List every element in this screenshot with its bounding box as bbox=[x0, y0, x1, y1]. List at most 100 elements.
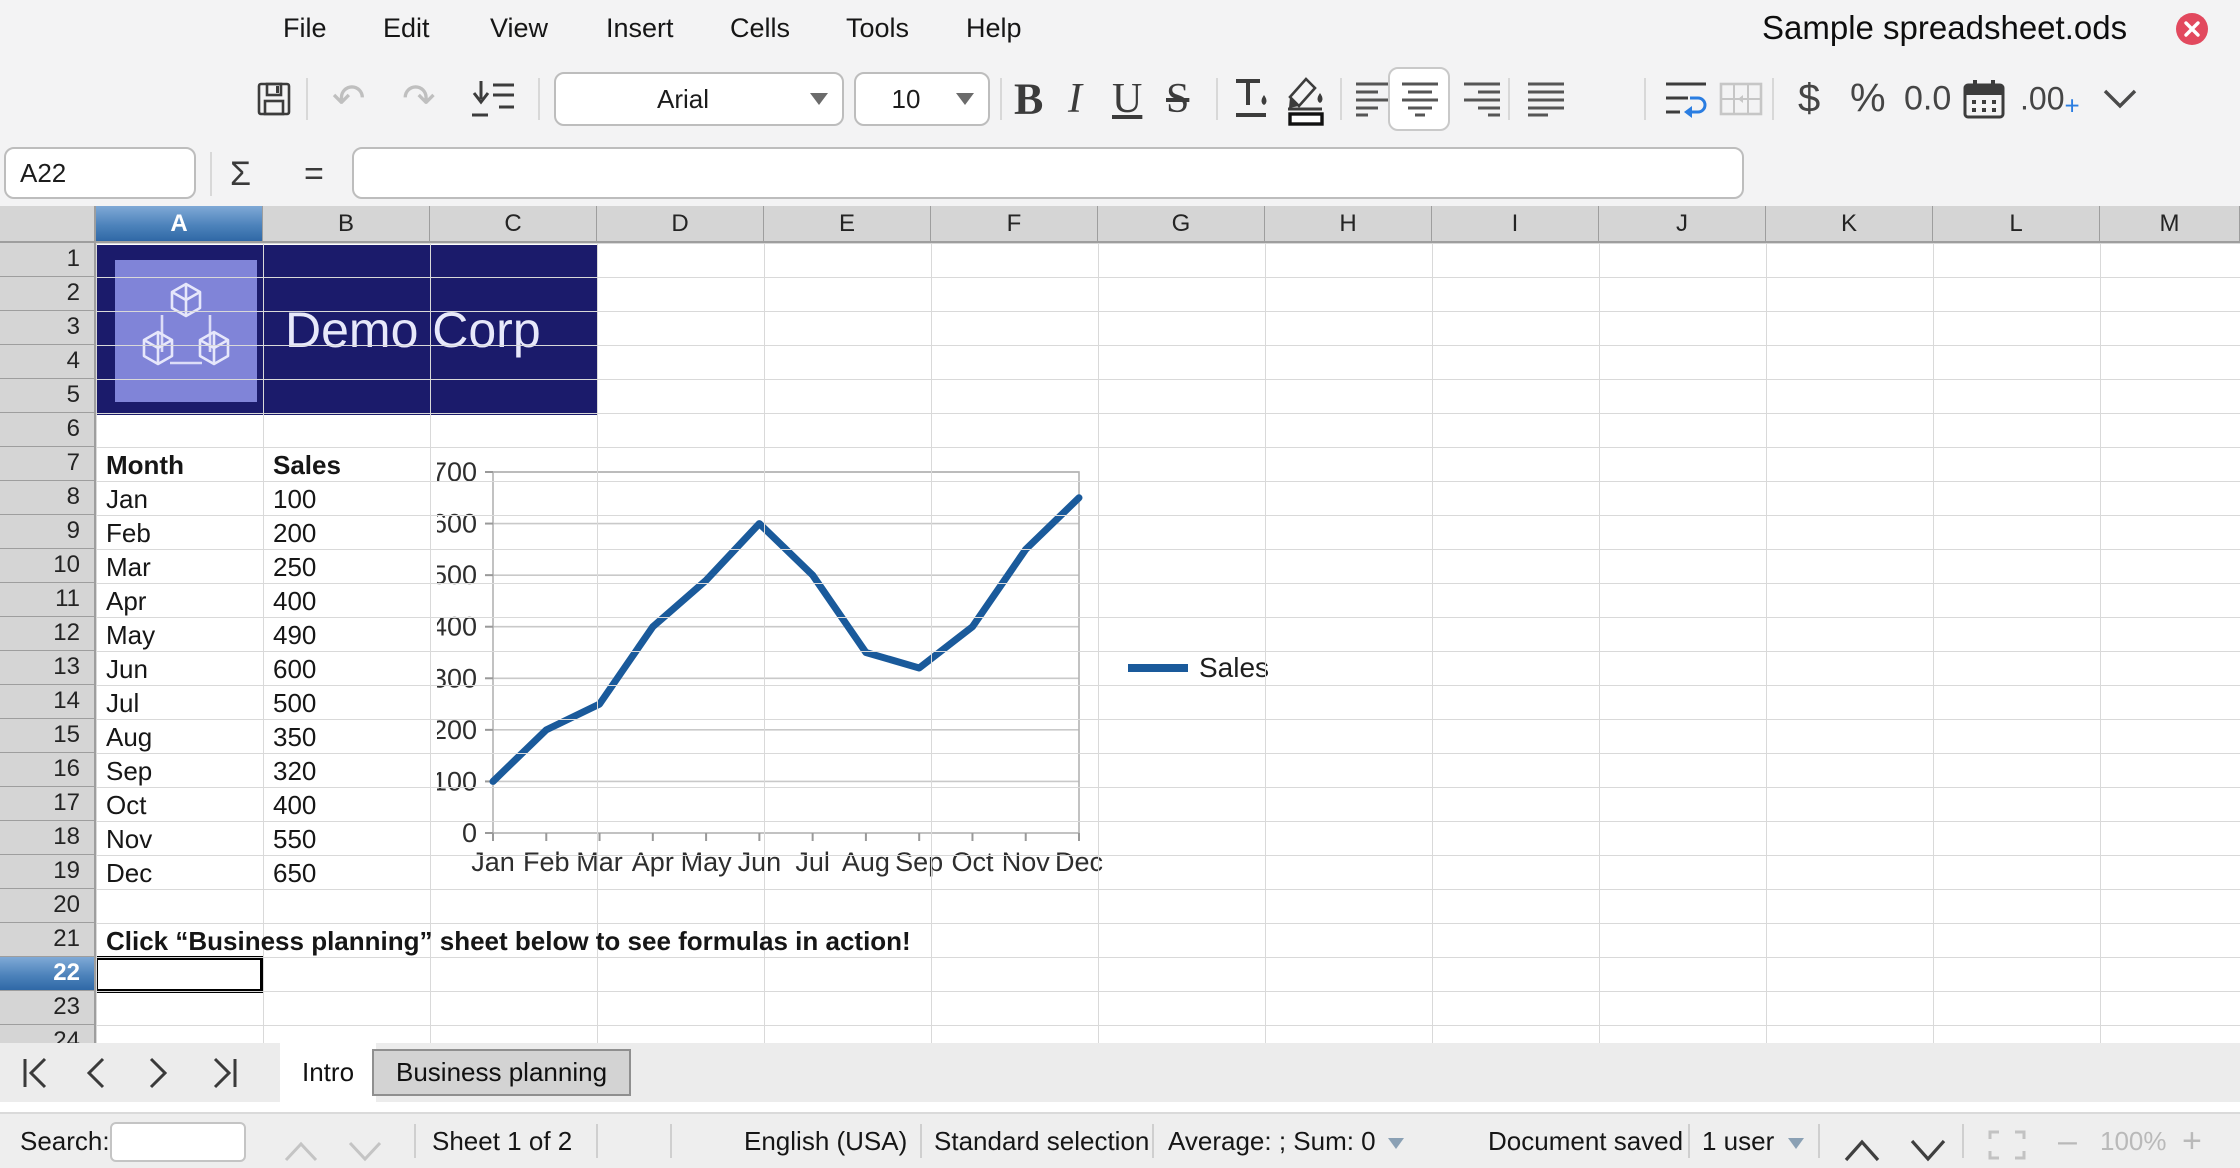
merge-cells-button[interactable] bbox=[1718, 79, 1764, 119]
sheet-info[interactable]: Sheet 1 of 2 bbox=[432, 1114, 572, 1168]
date-format-button[interactable] bbox=[1962, 78, 2006, 120]
cell-B7[interactable]: Sales bbox=[273, 450, 341, 481]
search-input[interactable] bbox=[110, 1122, 246, 1162]
menu-item-cells[interactable]: Cells bbox=[730, 0, 790, 56]
company-banner[interactable]: Demo Corp bbox=[96, 245, 597, 415]
cell-B17[interactable]: 400 bbox=[273, 790, 316, 821]
toolbar-more-button[interactable] bbox=[2102, 88, 2138, 110]
align-right-button[interactable] bbox=[1462, 79, 1504, 119]
close-button[interactable] bbox=[2176, 13, 2208, 45]
cell-A16[interactable]: Sep bbox=[106, 756, 152, 787]
sum-function-button[interactable]: Σ bbox=[230, 142, 251, 206]
column-header-A[interactable]: A bbox=[96, 206, 263, 243]
cell-B10[interactable]: 250 bbox=[273, 552, 316, 583]
previous-sheet-button[interactable] bbox=[82, 1056, 108, 1095]
percent-format-button[interactable]: % bbox=[1850, 77, 1886, 122]
scroll-down-button[interactable] bbox=[1908, 1128, 1948, 1168]
cell-A19[interactable]: Dec bbox=[106, 858, 152, 889]
row-header-24[interactable]: 24 bbox=[0, 1025, 96, 1043]
sales-chart[interactable]: 0100200300400500600700Jan Feb Mar Apr May Jun… bbox=[437, 462, 1290, 888]
zoom-level[interactable]: 100% bbox=[2100, 1114, 2167, 1168]
row-header-16[interactable]: 16 bbox=[0, 753, 96, 787]
undo-button[interactable]: ↶ bbox=[332, 76, 366, 122]
cell-B8[interactable]: 100 bbox=[273, 484, 316, 515]
cell-B12[interactable]: 490 bbox=[273, 620, 316, 651]
menu-item-tools[interactable]: Tools bbox=[846, 0, 909, 56]
row-header-8[interactable]: 8 bbox=[0, 481, 96, 515]
zoom-out-button[interactable]: – bbox=[2058, 1114, 2077, 1168]
add-decimal-button[interactable]: .00 + bbox=[2020, 77, 2080, 122]
cell-A10[interactable]: Mar bbox=[106, 552, 151, 583]
row-header-10[interactable]: 10 bbox=[0, 549, 96, 583]
first-sheet-button[interactable] bbox=[20, 1056, 50, 1095]
cell-A18[interactable]: Nov bbox=[106, 824, 152, 855]
row-header-4[interactable]: 4 bbox=[0, 345, 96, 379]
cell-A9[interactable]: Feb bbox=[106, 518, 151, 549]
tab-intro[interactable]: Intro bbox=[280, 1043, 377, 1102]
row-header-21[interactable]: 21 bbox=[0, 923, 96, 957]
row-header-11[interactable]: 11 bbox=[0, 583, 96, 617]
column-header-J[interactable]: J bbox=[1599, 206, 1766, 243]
zoom-in-button[interactable]: + bbox=[2182, 1114, 2202, 1168]
format-paragraph-button[interactable] bbox=[468, 77, 518, 121]
save-button[interactable] bbox=[256, 81, 292, 117]
column-header-H[interactable]: H bbox=[1265, 206, 1432, 243]
italic-button[interactable]: I bbox=[1068, 75, 1082, 123]
selection-mode-status[interactable]: Standard selection bbox=[934, 1114, 1149, 1168]
tab-business-planning[interactable]: Business planning bbox=[372, 1049, 632, 1096]
menu-item-help[interactable]: Help bbox=[966, 0, 1022, 56]
cell-B16[interactable]: 320 bbox=[273, 756, 316, 787]
font-name-select[interactable]: Arial bbox=[554, 72, 844, 126]
column-header-I[interactable]: I bbox=[1432, 206, 1599, 243]
column-header-C[interactable]: C bbox=[430, 206, 597, 243]
row-header-13[interactable]: 13 bbox=[0, 651, 96, 685]
number-format-button[interactable]: 0.0 bbox=[1904, 80, 1951, 119]
row-header-7[interactable]: 7 bbox=[0, 447, 96, 481]
users-status[interactable]: 1 user bbox=[1702, 1114, 1774, 1168]
align-center-button[interactable] bbox=[1388, 67, 1450, 131]
row-header-1[interactable]: 1 bbox=[0, 243, 96, 277]
spreadsheet-grid[interactable]: Demo Corp 0 100 200 300 400 500 600 700 Jan Feb Ma… bbox=[0, 206, 2240, 1043]
row-header-17[interactable]: 17 bbox=[0, 787, 96, 821]
row-header-14[interactable]: 14 bbox=[0, 685, 96, 719]
cell-B19[interactable]: 650 bbox=[273, 858, 316, 889]
next-sheet-button[interactable] bbox=[146, 1056, 172, 1095]
strikethrough-button[interactable]: S bbox=[1166, 75, 1189, 123]
menu-item-insert[interactable]: Insert bbox=[606, 0, 674, 56]
last-sheet-button[interactable] bbox=[210, 1056, 240, 1095]
column-header-G[interactable]: G bbox=[1098, 206, 1265, 243]
search-next-button[interactable] bbox=[346, 1128, 384, 1168]
cell-B9[interactable]: 200 bbox=[273, 518, 316, 549]
row-header-15[interactable]: 15 bbox=[0, 719, 96, 753]
formula-function-button[interactable]: = bbox=[304, 142, 324, 206]
row-header-18[interactable]: 18 bbox=[0, 821, 96, 855]
cell-A13[interactable]: Jun bbox=[106, 654, 148, 685]
cell-A8[interactable]: Jan bbox=[106, 484, 148, 515]
fit-width-button[interactable] bbox=[1986, 1126, 2028, 1168]
cell-reference-box[interactable]: A22 bbox=[4, 147, 196, 199]
row-header-6[interactable]: 6 bbox=[0, 413, 96, 447]
cell-A7[interactable]: Month bbox=[106, 450, 184, 481]
cell-B18[interactable]: 550 bbox=[273, 824, 316, 855]
menu-item-file[interactable]: File bbox=[283, 0, 327, 56]
bold-button[interactable]: B bbox=[1014, 74, 1043, 125]
row-header-23[interactable]: 23 bbox=[0, 991, 96, 1025]
row-header-9[interactable]: 9 bbox=[0, 515, 96, 549]
redo-button[interactable]: ↷ bbox=[402, 76, 436, 122]
column-header-L[interactable]: L bbox=[1933, 206, 2100, 243]
wrap-text-button[interactable] bbox=[1662, 78, 1710, 120]
row-header-22[interactable]: 22 bbox=[0, 957, 96, 991]
cell-A17[interactable]: Oct bbox=[106, 790, 146, 821]
scroll-up-button[interactable] bbox=[1842, 1128, 1882, 1168]
column-header-K[interactable]: K bbox=[1766, 206, 1933, 243]
cell-B15[interactable]: 350 bbox=[273, 722, 316, 753]
highlight-color-button[interactable] bbox=[1282, 71, 1330, 127]
cell-A11[interactable]: Apr bbox=[106, 586, 146, 617]
grid-corner[interactable] bbox=[0, 206, 96, 243]
cell-B13[interactable]: 600 bbox=[273, 654, 316, 685]
column-header-M[interactable]: M bbox=[2100, 206, 2240, 243]
cell-A14[interactable]: Jul bbox=[106, 688, 139, 719]
search-previous-button[interactable] bbox=[282, 1128, 320, 1168]
cell-B14[interactable]: 500 bbox=[273, 688, 316, 719]
font-size-select[interactable]: 10 bbox=[854, 72, 990, 126]
